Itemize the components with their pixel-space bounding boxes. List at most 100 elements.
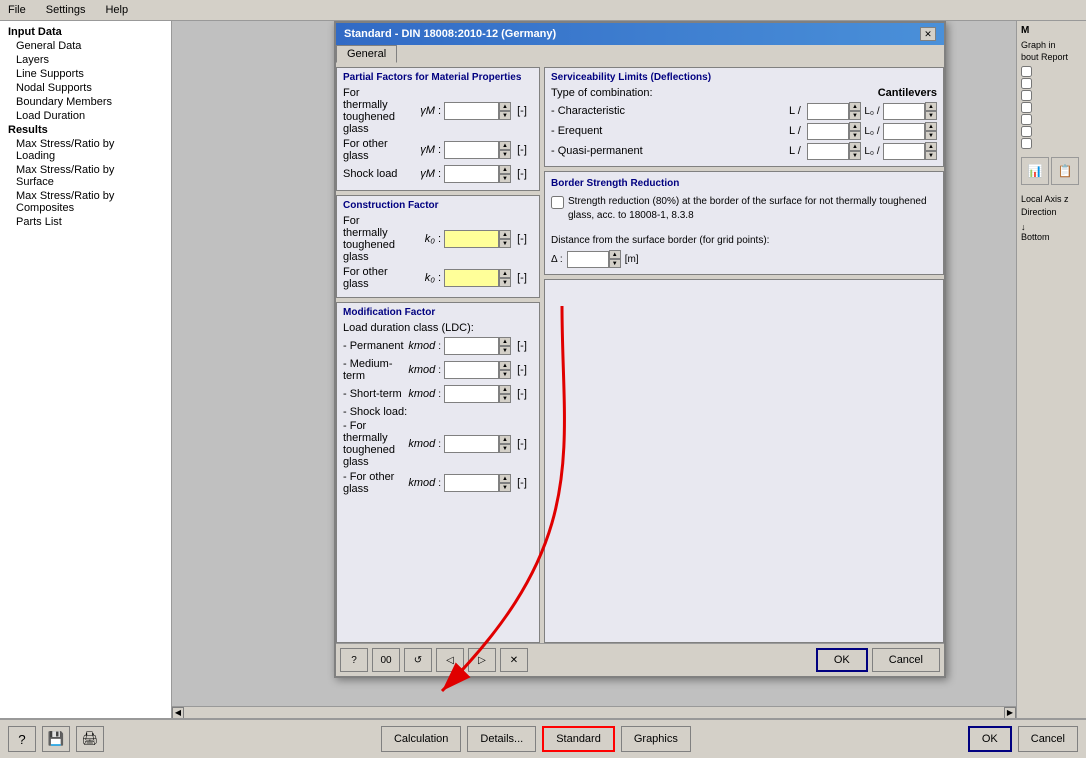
- sidebar-item-max-stress-loading[interactable]: Max Stress/Ratio by Loading: [0, 137, 171, 163]
- pf-spinner-2[interactable]: 1.80 ▲ ▼: [444, 141, 511, 159]
- svc-lc-up-2[interactable]: ▲: [925, 122, 937, 131]
- cf-spin-up-1[interactable]: ▲: [499, 230, 511, 239]
- details-button[interactable]: Details...: [467, 726, 536, 752]
- checkbox-7[interactable]: [1021, 138, 1032, 149]
- svc-lc-down-2[interactable]: ▼: [925, 131, 937, 140]
- mf-shock-spinner-2[interactable]: 1.80 ▲ ▼: [444, 474, 511, 492]
- svc-lc-input-2[interactable]: 50: [883, 123, 925, 140]
- svc-lc-down-1[interactable]: ▼: [925, 111, 937, 120]
- mf-spin-down-3[interactable]: ▼: [499, 394, 511, 403]
- sidebar-item-load-duration[interactable]: Load Duration: [0, 109, 171, 123]
- help-menu[interactable]: Help: [101, 2, 132, 18]
- mf-spinner-1[interactable]: 0.25 ▲ ▼: [444, 337, 511, 355]
- delta-spinner[interactable]: 0.050 ▲ ▼: [567, 250, 621, 268]
- svc-l-down-2[interactable]: ▼: [849, 131, 861, 140]
- sidebar-item-nodal-supports[interactable]: Nodal Supports: [0, 81, 171, 95]
- mf-shock-spinner-1[interactable]: 1.40 ▲ ▼: [444, 435, 511, 453]
- delta-input[interactable]: 0.050: [567, 251, 609, 268]
- file-menu[interactable]: File: [4, 2, 30, 18]
- mf-spin-up-3[interactable]: ▲: [499, 385, 511, 394]
- svc-lc-up-1[interactable]: ▲: [925, 102, 937, 111]
- toolbar-help-btn[interactable]: ?: [340, 648, 368, 672]
- toolbar-next-btn[interactable]: ▷: [468, 648, 496, 672]
- settings-menu[interactable]: Settings: [42, 2, 90, 18]
- bottom-icon-btn-3[interactable]: 🖨: [76, 726, 104, 752]
- sidebar-item-boundary-members[interactable]: Boundary Members: [0, 95, 171, 109]
- svc-l-input-1[interactable]: 100: [807, 103, 849, 120]
- mf-input-1[interactable]: 0.25: [444, 337, 499, 355]
- mf-input-2[interactable]: 0.40: [444, 361, 499, 379]
- toolbar-undo-btn[interactable]: ↺: [404, 648, 432, 672]
- delta-spin-down[interactable]: ▼: [609, 259, 621, 268]
- pf-spin-up-2[interactable]: ▲: [499, 141, 511, 150]
- mf-shock-input-1[interactable]: 1.40: [444, 435, 499, 453]
- mf-shock-spin-up-2[interactable]: ▲: [499, 474, 511, 483]
- sidebar-item-max-stress-composites[interactable]: Max Stress/Ratio by Composites: [0, 189, 171, 215]
- standard-button[interactable]: Standard: [542, 726, 615, 752]
- svc-l-spinner-1[interactable]: 100 ▲ ▼: [807, 102, 861, 120]
- mf-spin-up-1[interactable]: ▲: [499, 337, 511, 346]
- svc-l-up-1[interactable]: ▲: [849, 102, 861, 111]
- mf-shock-spin-up-1[interactable]: ▲: [499, 435, 511, 444]
- checkbox-1[interactable]: [1021, 66, 1032, 77]
- svc-l-input-3[interactable]: 100: [807, 143, 849, 160]
- cf-spinner-1[interactable]: 1.00 ▲ ▼: [444, 230, 511, 248]
- checkbox-5[interactable]: [1021, 114, 1032, 125]
- svc-l-spinner-2[interactable]: 100 ▲ ▼: [807, 122, 861, 140]
- scroll-left-btn[interactable]: ◀: [172, 707, 184, 719]
- cf-spinner-2[interactable]: 1.80 ▲ ▼: [444, 269, 511, 287]
- cf-input-1[interactable]: 1.00: [444, 230, 499, 248]
- bottom-cancel-button[interactable]: Cancel: [1018, 726, 1078, 752]
- graphics-button[interactable]: Graphics: [621, 726, 691, 752]
- checkbox-4[interactable]: [1021, 102, 1032, 113]
- mf-shock-spin-down-2[interactable]: ▼: [499, 483, 511, 492]
- modal-close-button[interactable]: ✕: [920, 27, 936, 41]
- right-icon-btn-1[interactable]: 📊: [1021, 157, 1049, 185]
- cf-spin-down-1[interactable]: ▼: [499, 239, 511, 248]
- delta-spin-up[interactable]: ▲: [609, 250, 621, 259]
- bottom-icon-btn-1[interactable]: ?: [8, 726, 36, 752]
- mf-shock-spin-down-1[interactable]: ▼: [499, 444, 511, 453]
- svc-l-up-3[interactable]: ▲: [849, 142, 861, 151]
- mf-spin-down-1[interactable]: ▼: [499, 346, 511, 355]
- mf-spinner-2[interactable]: 0.40 ▲ ▼: [444, 361, 511, 379]
- sidebar-item-max-stress-surface[interactable]: Max Stress/Ratio by Surface: [0, 163, 171, 189]
- tab-general[interactable]: General: [336, 45, 397, 63]
- cf-input-2[interactable]: 1.80: [444, 269, 499, 287]
- sidebar-item-general-data[interactable]: General Data: [0, 39, 171, 53]
- svc-lc-input-1[interactable]: 50: [883, 103, 925, 120]
- checkbox-3[interactable]: [1021, 90, 1032, 101]
- bottom-icon-btn-2[interactable]: 💾: [42, 726, 70, 752]
- modal-ok-button[interactable]: OK: [816, 648, 868, 672]
- checkbox-6[interactable]: [1021, 126, 1032, 137]
- toolbar-prev-btn[interactable]: ◁: [436, 648, 464, 672]
- pf-input-2[interactable]: 1.80: [444, 141, 499, 159]
- toolbar-delete-btn[interactable]: ✕: [500, 648, 528, 672]
- svc-lc-input-3[interactable]: 50: [883, 143, 925, 160]
- svc-lc-up-3[interactable]: ▲: [925, 142, 937, 151]
- sidebar-item-layers[interactable]: Layers: [0, 53, 171, 67]
- horizontal-scrollbar[interactable]: ◀ ▶: [172, 706, 1016, 718]
- svc-l-spinner-3[interactable]: 100 ▲ ▼: [807, 142, 861, 160]
- svc-lc-spinner-3[interactable]: 50 ▲ ▼: [883, 142, 937, 160]
- pf-spin-up-3[interactable]: ▲: [499, 165, 511, 174]
- mf-shock-input-2[interactable]: 1.80: [444, 474, 499, 492]
- modal-cancel-button[interactable]: Cancel: [872, 648, 940, 672]
- svc-lc-spinner-1[interactable]: 50 ▲ ▼: [883, 102, 937, 120]
- border-strength-checkbox[interactable]: [551, 196, 564, 209]
- pf-spin-up-1[interactable]: ▲: [499, 102, 511, 111]
- cf-spin-up-2[interactable]: ▲: [499, 269, 511, 278]
- calculation-button[interactable]: Calculation: [381, 726, 461, 752]
- svc-l-up-2[interactable]: ▲: [849, 122, 861, 131]
- mf-spinner-3[interactable]: 0.70 ▲ ▼: [444, 385, 511, 403]
- checkbox-2[interactable]: [1021, 78, 1032, 89]
- pf-spinner-1[interactable]: 1.50 ▲ ▼: [444, 102, 511, 120]
- svc-l-down-3[interactable]: ▼: [849, 151, 861, 160]
- mf-input-3[interactable]: 0.70: [444, 385, 499, 403]
- svc-lc-down-3[interactable]: ▼: [925, 151, 937, 160]
- svc-l-input-2[interactable]: 100: [807, 123, 849, 140]
- scroll-track[interactable]: [184, 708, 1004, 718]
- right-icon-btn-2[interactable]: 📋: [1051, 157, 1079, 185]
- sidebar-item-line-supports[interactable]: Line Supports: [0, 67, 171, 81]
- toolbar-reset-btn[interactable]: 00: [372, 648, 400, 672]
